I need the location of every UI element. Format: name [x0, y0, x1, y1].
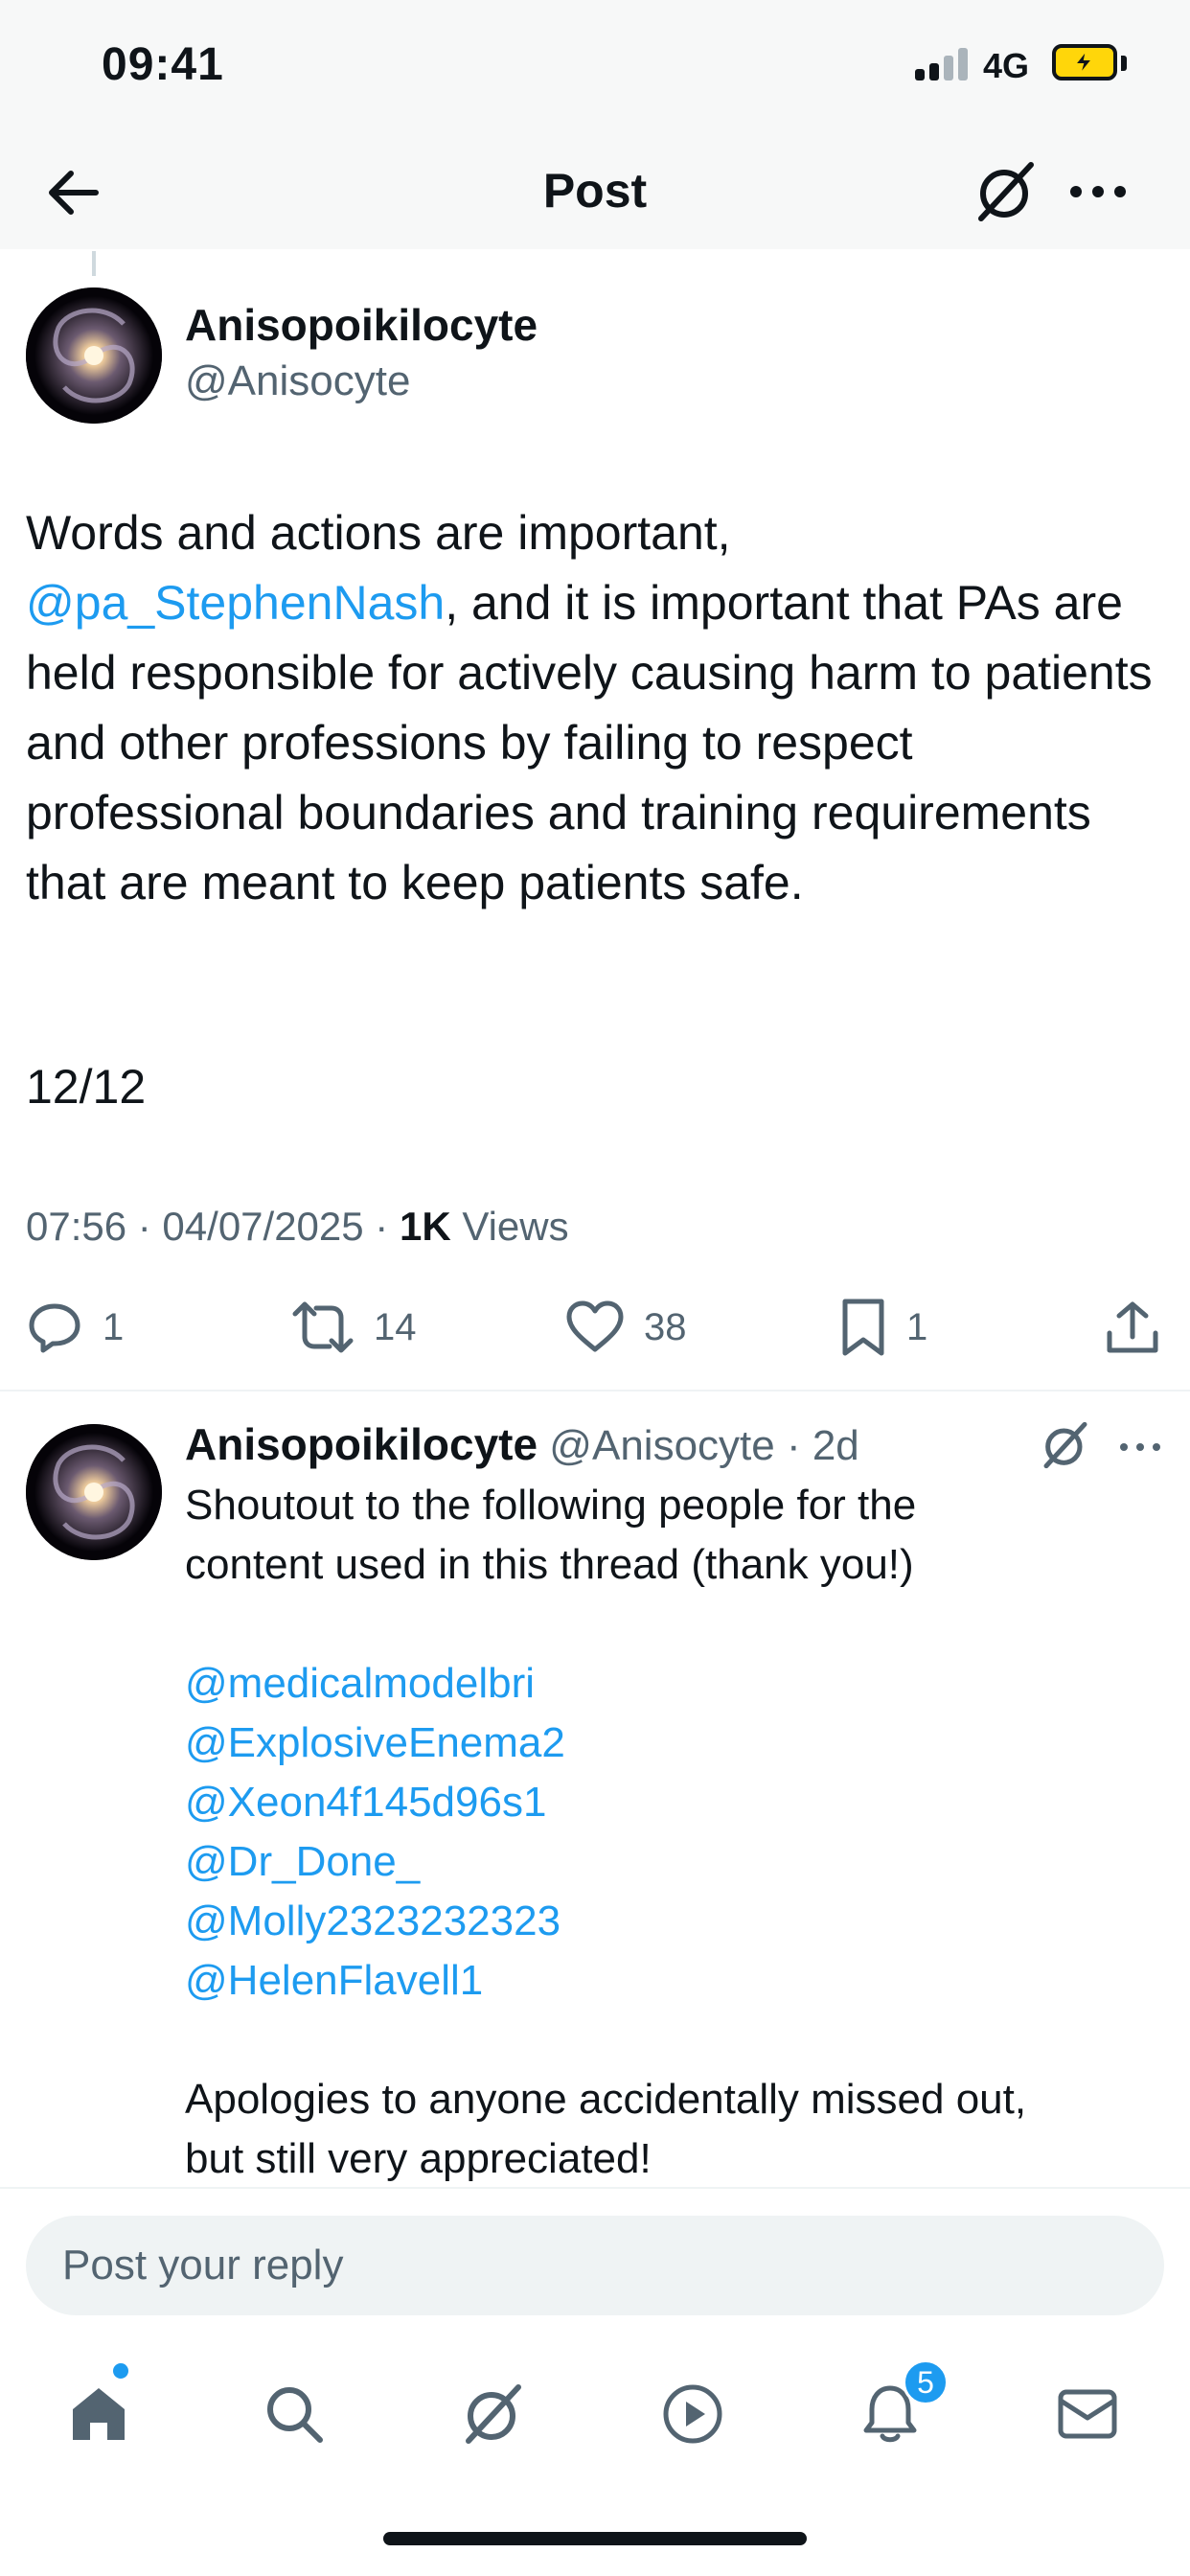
- status-time: 09:41: [102, 39, 224, 90]
- repost-count: 14: [374, 1305, 417, 1348]
- thread-count: 12/12: [26, 1060, 147, 1114]
- thread-connector-line: [92, 251, 96, 276]
- more-options-button[interactable]: [1064, 157, 1133, 226]
- author-name[interactable]: Anisopoikilocyte: [185, 299, 538, 351]
- grok-icon: [466, 2384, 521, 2444]
- bookmark-count: 1: [906, 1305, 928, 1348]
- reply-count: 1: [103, 1305, 125, 1348]
- reply-line: but still very appreciated!: [185, 2135, 652, 2182]
- network-label: 4G: [983, 46, 1030, 85]
- reply-text: Shoutout to the following people for the…: [185, 1476, 1162, 2189]
- mention-link[interactable]: @Xeon4f145d96s1: [185, 1773, 1162, 1832]
- reply-grok-button[interactable]: [1037, 1416, 1094, 1474]
- bookmark-action[interactable]: 1: [839, 1294, 927, 1361]
- tab-video[interactable]: [650, 2371, 736, 2457]
- reply-icon: [29, 1303, 80, 1353]
- mention-link[interactable]: @pa_StephenNash: [26, 576, 445, 630]
- grok-icon: [1043, 1421, 1087, 1469]
- post-metadata: 07:56 · 04/07/2025 · 1K Views: [26, 1204, 569, 1250]
- battery-charging-icon: [1052, 44, 1117, 80]
- divider: [0, 1390, 1190, 1392]
- reply-line: content used in this thread (thank you!): [185, 1541, 914, 1588]
- share-action[interactable]: [1104, 1294, 1161, 1361]
- reply-meta: @Anisocyte · 2d: [538, 1422, 859, 1469]
- reply-composer: [0, 2187, 1190, 2350]
- search-icon: [267, 2387, 323, 2443]
- play-circle-icon: [663, 2384, 722, 2444]
- signal-icon: [915, 44, 969, 80]
- reply-line: Shoutout to the following people for the: [185, 1482, 917, 1529]
- reply-line: Apologies to anyone accidentally missed …: [185, 2076, 1027, 2123]
- more-horizontal-icon: [1120, 1443, 1160, 1451]
- galaxy-avatar-image: [26, 1424, 162, 1560]
- views-label: Views: [450, 1204, 569, 1249]
- battery-cap: [1121, 56, 1127, 71]
- author-handle[interactable]: @Anisocyte: [185, 357, 410, 405]
- grok-icon: [978, 162, 1034, 221]
- status-bar: 09:41 4G: [0, 0, 1190, 134]
- reply-input[interactable]: [26, 2216, 1164, 2315]
- reply-action[interactable]: 1: [26, 1294, 124, 1361]
- reply-author-name[interactable]: Anisopoikilocyte: [185, 1419, 538, 1469]
- grok-button[interactable]: [972, 157, 1041, 226]
- mention-link[interactable]: @Dr_Done_: [185, 1832, 1162, 1892]
- tab-home[interactable]: [56, 2371, 142, 2457]
- share-icon: [1107, 1301, 1158, 1353]
- tab-search[interactable]: [251, 2371, 337, 2457]
- avatar[interactable]: [26, 288, 162, 424]
- mention-link[interactable]: @HelenFlavell1: [185, 1951, 1162, 2011]
- views-count: 1K: [399, 1204, 451, 1249]
- post-header: Post: [0, 134, 1190, 249]
- home-unread-dot: [113, 2363, 128, 2379]
- repost-icon: [292, 1301, 354, 1353]
- tab-grok[interactable]: [450, 2371, 537, 2457]
- post-text-part: Words and actions are important,: [26, 506, 731, 560]
- heart-icon: [566, 1300, 624, 1352]
- repost-action[interactable]: 14: [291, 1294, 417, 1361]
- reply-more-button[interactable]: [1111, 1418, 1169, 1476]
- galaxy-avatar-image: [26, 288, 162, 424]
- mention-link[interactable]: @ExplosiveEnema2: [185, 1714, 1162, 1773]
- home-icon: [73, 2388, 125, 2440]
- home-indicator: [383, 2532, 807, 2545]
- reply-header: Anisopoikilocyte @Anisocyte · 2d: [185, 1418, 859, 1470]
- tab-messages[interactable]: [1044, 2371, 1131, 2457]
- like-count: 38: [644, 1305, 687, 1348]
- mail-icon: [1058, 2389, 1117, 2439]
- more-horizontal-icon: [1070, 186, 1126, 197]
- like-action[interactable]: 38: [565, 1294, 687, 1361]
- post-timestamp: 07:56 · 04/07/2025 ·: [26, 1204, 400, 1249]
- post-text: Words and actions are important, @pa_Step…: [26, 498, 1166, 918]
- bookmark-icon: [842, 1299, 884, 1356]
- mention-link[interactable]: @medicalmodelbri: [185, 1654, 1162, 1714]
- post-actions: 1 14 38 1: [0, 1294, 1190, 1361]
- reply-avatar[interactable]: [26, 1424, 162, 1560]
- notifications-badge: 5: [903, 2359, 949, 2405]
- mention-link[interactable]: @Molly2323232323: [185, 1892, 1162, 1951]
